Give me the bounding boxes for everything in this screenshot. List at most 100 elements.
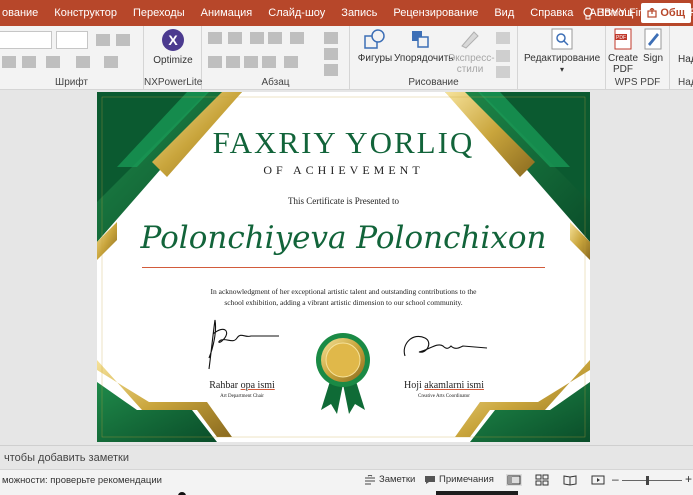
normal-view-icon[interactable] (506, 474, 522, 486)
change-case-icon[interactable] (46, 56, 60, 68)
right-signer-role[interactable]: Creative Arts Coordinator (379, 394, 509, 399)
slide[interactable]: FAXRIY YORLIQ OF ACHIEVEMENT This Certif… (97, 92, 590, 442)
zoom-slider[interactable] (622, 480, 682, 481)
slide-editor[interactable]: FAXRIY YORLIQ OF ACHIEVEMENT This Certif… (0, 90, 693, 445)
optimize-icon: X (162, 29, 184, 51)
align-left-icon[interactable] (208, 56, 222, 68)
help-label: Помощ (596, 7, 634, 19)
comment-icon (425, 475, 435, 484)
drawing-label: Рисование (408, 77, 459, 88)
zoom-in-button[interactable]: + (685, 472, 692, 486)
left-signer-first: Rahbar (209, 380, 239, 391)
text-direction-icon[interactable] (324, 32, 338, 44)
reading-view-icon[interactable] (562, 474, 578, 486)
bullets-icon[interactable] (208, 32, 222, 44)
chevron-down-icon: ▾ (559, 65, 564, 74)
accessibility-status[interactable]: можности: проверьте рекомендации (2, 475, 162, 486)
shapes-label: Фигуры (357, 53, 393, 64)
menu-bar: ование Конструктор Переходы Анимация Сла… (0, 0, 693, 26)
editing-group: Редактирование ▾ (518, 26, 606, 90)
strikethrough-icon[interactable] (2, 56, 16, 68)
certificate-title[interactable]: FAXRIY YORLIQ (97, 125, 590, 161)
sign-button[interactable]: Sign (640, 28, 666, 64)
create-pdf-button[interactable]: PDF Create PDF (608, 28, 638, 75)
nxpowerlite-group: X Optimize NXPowerLite (144, 26, 202, 90)
align-center-icon[interactable] (226, 56, 240, 68)
arrange-icon (412, 31, 429, 48)
acknowledgment-line-1: In acknowledgment of her exceptional art… (210, 287, 477, 296)
zoom-slider-handle[interactable] (646, 476, 649, 485)
tab-transitions[interactable]: Переходы (125, 0, 193, 26)
shapes-button[interactable]: Фигуры (356, 28, 394, 64)
share-icon (647, 8, 657, 18)
addins-group: Над Над (670, 26, 693, 90)
addins-button[interactable]: Над (678, 54, 693, 65)
presented-to-text[interactable]: This Certificate is Presented to (97, 196, 590, 206)
spacing-icon[interactable] (22, 56, 36, 68)
font-color-icon[interactable] (104, 56, 118, 68)
shrink-font-icon[interactable] (116, 34, 130, 46)
numbering-icon[interactable] (228, 32, 242, 44)
drawing-group: Фигуры Упорядочить Экспресс- стили Рисов… (350, 26, 518, 90)
optimize-label: Optimize (153, 55, 193, 66)
tab-slideshow[interactable]: Слайд-шоу (260, 0, 333, 26)
optimize-button[interactable]: X Optimize (150, 28, 196, 66)
shape-outline-icon[interactable] (496, 50, 510, 62)
right-signer-first: Hoji (404, 380, 422, 391)
acknowledgment-text[interactable]: In acknowledgment of her exceptional art… (177, 286, 510, 308)
wps-pdf-label: WPS PDF (614, 77, 661, 88)
left-signer-name[interactable]: Rahbar opa ismi (177, 380, 307, 391)
right-signature (403, 336, 488, 357)
tab-view[interactable]: Вид (486, 0, 522, 26)
shape-fill-icon[interactable] (496, 32, 510, 44)
paragraph-label: Абзац (261, 77, 290, 88)
decrease-indent-icon[interactable] (250, 32, 264, 44)
award-seal (316, 333, 370, 414)
increase-indent-icon[interactable] (268, 32, 282, 44)
font-name-combo[interactable] (0, 31, 52, 49)
smartart-icon[interactable] (324, 64, 338, 76)
notes-pane[interactable]: чтобы добавить заметки (0, 445, 693, 469)
align-text-icon[interactable] (324, 48, 338, 60)
left-signer-role[interactable]: Art Department Chair (177, 394, 307, 399)
notes-icon (365, 474, 375, 484)
tab-help[interactable]: Справка (522, 0, 581, 26)
tab-review[interactable]: Рецензирование (385, 0, 486, 26)
create-pdf-label-1: Create (608, 53, 639, 64)
font-size-combo[interactable] (56, 31, 88, 49)
help-search[interactable]: Помощ (575, 6, 642, 20)
comments-button[interactable]: Примечания (424, 474, 494, 485)
notes-button-label: Заметки (379, 474, 416, 485)
editing-button[interactable]: Редактирование ▾ (524, 28, 600, 75)
line-spacing-icon[interactable] (290, 32, 304, 44)
right-signer-name[interactable]: Hoji akamlarni ismi (379, 380, 509, 391)
share-label: Общ (660, 7, 685, 19)
notes-button[interactable]: Заметки (364, 474, 415, 485)
slide-sorter-icon[interactable] (534, 474, 550, 486)
taskbar-edge (0, 490, 693, 495)
arrange-button[interactable]: Упорядочить (394, 28, 454, 64)
quick-styles-label-1: Экспресс- (448, 53, 495, 64)
columns-icon[interactable] (284, 56, 298, 68)
align-right-icon[interactable] (244, 56, 258, 68)
tab-animations[interactable]: Анимация (193, 0, 261, 26)
grow-font-icon[interactable] (96, 34, 110, 46)
recipient-name[interactable]: Polonchiyeva Polonchixon (97, 220, 590, 256)
find-icon (551, 28, 573, 50)
tab-home[interactable]: ование (0, 0, 46, 26)
slideshow-view-icon[interactable] (590, 474, 606, 486)
addins-label: Над (678, 77, 693, 88)
lightbulb-icon (582, 6, 593, 19)
notes-placeholder: чтобы добавить заметки (4, 452, 130, 464)
zoom-out-button[interactable]: – (612, 472, 619, 486)
tab-record[interactable]: Запись (333, 0, 385, 26)
highlight-icon[interactable] (76, 56, 90, 68)
tab-design[interactable]: Конструктор (46, 0, 125, 26)
quick-styles-button[interactable]: Экспресс- стили (448, 28, 495, 75)
share-button[interactable]: Общ (641, 3, 691, 23)
justify-icon[interactable] (262, 56, 276, 68)
certificate-subtitle[interactable]: OF ACHIEVEMENT (97, 163, 590, 178)
svg-text:X: X (168, 32, 178, 48)
sign-icon (644, 28, 662, 50)
nxpowerlite-label: NXPowerLite (144, 77, 203, 88)
